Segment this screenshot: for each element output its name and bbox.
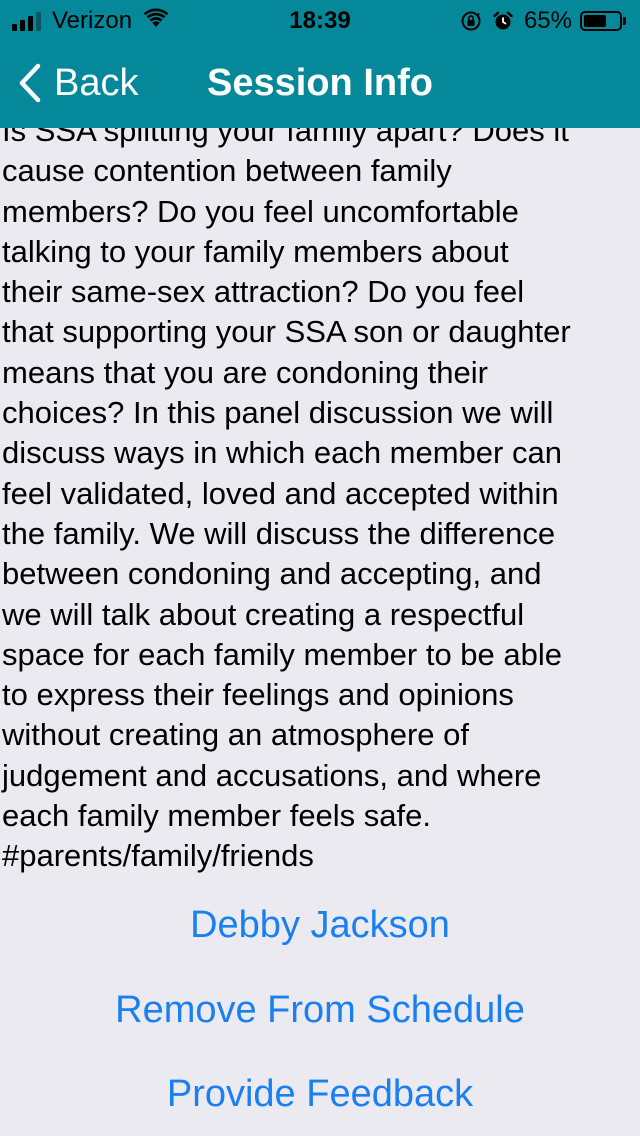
provide-feedback-button[interactable]: Provide Feedback — [0, 1071, 640, 1117]
session-info-screen: Is SSA splitting your family apart? Does… — [0, 0, 640, 1136]
page-title: Session Info — [207, 62, 433, 104]
status-right-group: 65% — [460, 6, 626, 36]
battery-percent: 65% — [523, 7, 572, 34]
session-description: Is SSA splitting your family apart? Does… — [2, 113, 571, 874]
status-bar: Verizon 18:39 65% — [0, 0, 640, 40]
session-description-container: Is SSA splitting your family apart? Does… — [0, 111, 638, 877]
speaker-link[interactable]: Debby Jackson — [0, 902, 640, 948]
battery-icon — [580, 11, 626, 31]
app-header: Verizon 18:39 65% Back Session Info — [0, 0, 640, 128]
alarm-icon — [492, 10, 514, 32]
remove-from-schedule-button[interactable]: Remove From Schedule — [0, 987, 640, 1033]
session-content-scroll[interactable]: Is SSA splitting your family apart? Does… — [0, 108, 640, 1136]
orientation-lock-icon — [460, 10, 482, 32]
nav-bar: Back Session Info — [0, 40, 640, 128]
